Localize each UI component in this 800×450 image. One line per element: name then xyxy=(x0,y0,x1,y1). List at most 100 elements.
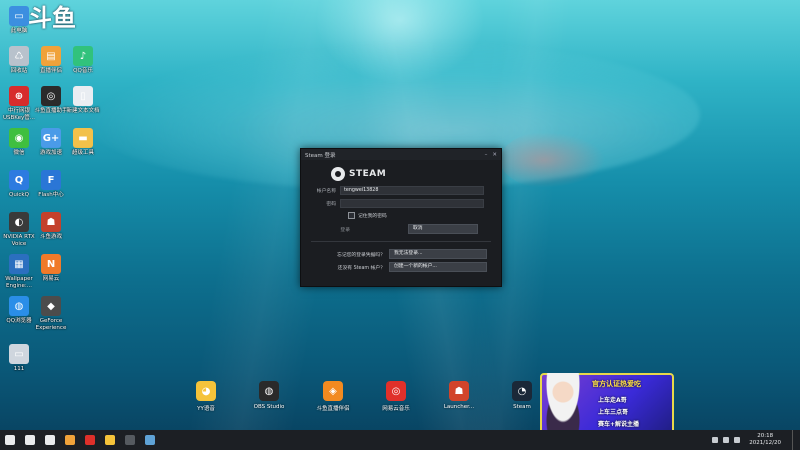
clock-date: 2021/12/20 xyxy=(749,440,781,446)
desktop-icon-label: QuickQ xyxy=(9,192,29,198)
nvidia-icon: ◐ xyxy=(9,212,29,232)
douyu-companion-icon: ◈ xyxy=(323,381,343,401)
douyu-logo: 斗鱼 xyxy=(28,4,76,32)
desktop-icon-quickq[interactable]: Q QuickQ xyxy=(2,170,36,199)
dock-item[interactable]: ◍ OBS Studio xyxy=(249,381,289,410)
task-view-icon[interactable] xyxy=(40,430,60,450)
desktop-icon-label: 斗鱼游戏 xyxy=(39,234,62,240)
dock-item-label: OBS Studio xyxy=(253,404,285,410)
remember-label: 记住我的密码 xyxy=(358,214,387,219)
wechat-icon: ◉ xyxy=(9,128,29,148)
desktop-icon-label: QQ音乐 xyxy=(73,68,93,74)
steam-icon: ◔ xyxy=(512,381,532,401)
steam-brand: STEAM xyxy=(331,167,386,181)
steam-login-dialog: Steam 登录 – ✕ STEAM 帐户名称 tengwei13828 密码 … xyxy=(300,148,502,287)
desktop-icon-label: Wallpaper Engine:... xyxy=(5,276,33,289)
cancel-button[interactable]: 取消 xyxy=(408,224,478,234)
dock-item[interactable]: ◈ 斗鱼直播伴侣 xyxy=(313,381,353,412)
qq-music-icon: ♪ xyxy=(73,46,93,66)
volume-icon[interactable] xyxy=(723,437,730,443)
steam-taskbar-icon[interactable] xyxy=(140,430,160,450)
netease-music-icon: ◎ xyxy=(386,381,406,401)
search-icon[interactable] xyxy=(20,430,40,450)
clock[interactable]: 20:18 2021/12/20 xyxy=(749,433,781,447)
desktop-icon-wallpaper[interactable]: ▦ Wallpaper Engine:... xyxy=(2,254,36,289)
netease-taskbar-icon[interactable] xyxy=(80,430,100,450)
clock-time: 20:18 xyxy=(757,433,774,439)
desktop-icon-unknown[interactable]: ▭ 111 xyxy=(2,344,36,373)
douyu-tool-icon: ▤ xyxy=(41,46,61,66)
input-method-icon[interactable] xyxy=(734,437,741,443)
create-question: 还没有 Steam 帐户？ xyxy=(337,265,385,271)
close-icon[interactable]: ✕ xyxy=(492,152,497,158)
desktop-icon-wechat[interactable]: ◉ 微信 xyxy=(2,128,36,157)
desktop-icon-gameplus[interactable]: G+ 游戏加速 xyxy=(34,128,68,157)
taskbar-items xyxy=(0,430,160,450)
system-tray: 20:18 2021/12/20 xyxy=(712,430,796,450)
desktop-icon-flash[interactable]: F Flash中心 xyxy=(34,170,68,199)
desktop-icon-recycle[interactable]: ♺ 回收站 xyxy=(2,46,36,75)
qq-browser-icon: ◍ xyxy=(9,296,29,316)
dock-item-label: YY语音 xyxy=(197,406,215,412)
show-desktop-button[interactable] xyxy=(792,430,796,450)
launcher-icon: ☗ xyxy=(449,381,469,401)
username-field[interactable]: tengwei13828 xyxy=(340,186,484,195)
desktop-icon-newtext[interactable]: ▯ 新建文本文档 xyxy=(66,86,100,115)
computer-icon: ▭ xyxy=(9,6,29,26)
generic-app-icon: ▭ xyxy=(9,344,29,364)
remember-checkbox[interactable] xyxy=(348,212,355,219)
desktop-icon-label: 超级工具 xyxy=(71,150,94,156)
desktop-icon-label: 斗鱼直播助手 xyxy=(34,108,68,114)
obs-taskbar-icon[interactable] xyxy=(120,430,140,450)
desktop-icon-usbkey[interactable]: ⊕ 中行网银 USBKey管... xyxy=(2,86,36,121)
taskbar: 20:18 2021/12/20 xyxy=(0,430,800,450)
promo-line-1: 上车走A哥 xyxy=(598,397,627,404)
yy-icon: ◕ xyxy=(196,381,216,401)
wallpaper-engine-icon: ▦ xyxy=(9,254,29,274)
username-label: 帐户名称 xyxy=(316,189,336,194)
douyu-taskbar-icon[interactable] xyxy=(60,430,80,450)
login-button[interactable]: 登录 xyxy=(317,226,350,233)
obs-icon: ◍ xyxy=(259,381,279,401)
dock-item[interactable]: ☗ Launcher... xyxy=(439,381,479,410)
create-account-button[interactable]: 创建一个新的帐户... xyxy=(389,262,487,272)
usbkey-icon: ⊕ xyxy=(9,86,29,106)
game-icon: ☗ xyxy=(41,212,61,232)
forgot-login-button[interactable]: 我无法登录... xyxy=(389,249,487,259)
desktop-icon-assistant[interactable]: ◎ 斗鱼直播助手 xyxy=(34,86,68,115)
desktop-icon-qqbrowser[interactable]: ◍ QQ浏览器 xyxy=(2,296,36,325)
folder-icon: ▬ xyxy=(73,128,93,148)
geforce-icon: ◆ xyxy=(41,296,61,316)
desktop-icon-folder[interactable]: ▬ 超级工具 xyxy=(66,128,100,157)
dock-item-label: 网易云音乐 xyxy=(382,406,410,412)
desktop-icon-nvidia[interactable]: ◐ NVIDIA RTX Voice xyxy=(2,212,36,247)
windows-start-icon[interactable] xyxy=(0,430,20,450)
steam-logo-icon xyxy=(331,167,345,181)
desktop-icon-geforce[interactable]: ◆ GeForce Experience xyxy=(34,296,68,331)
desktop-icon-label: 此电脑 xyxy=(10,28,28,34)
dialog-title: Steam 登录 xyxy=(305,152,336,159)
desktop-icon-label: 网易云 xyxy=(42,276,60,282)
password-field[interactable] xyxy=(340,199,484,208)
flash-icon: F xyxy=(41,170,61,190)
dock-item[interactable]: ◎ 网易云音乐 xyxy=(376,381,416,412)
desktop-icon-douyu-tool[interactable]: ▤ 直播伴侣 xyxy=(34,46,68,75)
desktop-icon-game[interactable]: ☗ 斗鱼游戏 xyxy=(34,212,68,241)
desktop-icon-label: 游戏加速 xyxy=(39,150,62,156)
promo-title: 官方认证热爱吃 xyxy=(592,380,641,388)
dock-item-label: Steam xyxy=(513,404,531,410)
dock-item[interactable]: ◕ YY语音 xyxy=(186,381,226,412)
dock-item-label: Launcher... xyxy=(443,404,475,410)
minimize-icon[interactable]: – xyxy=(485,152,488,158)
desktop-icon-sketch[interactable]: N 网易云 xyxy=(34,254,68,283)
promo-line-3: 赛车+解说主播 xyxy=(598,421,640,428)
desktop-icon-label: 111 xyxy=(13,366,25,372)
desktop-icon-computer[interactable]: ▭ 此电脑 xyxy=(2,6,36,35)
password-label: 密码 xyxy=(326,202,336,207)
network-icon[interactable] xyxy=(712,437,719,443)
desktop-icon-label: GeForce Experience xyxy=(35,318,67,331)
desktop-icon-qq-music[interactable]: ♪ QQ音乐 xyxy=(66,46,100,75)
yy-taskbar-icon[interactable] xyxy=(100,430,120,450)
forgot-question: 忘记您的登录凭据吗？ xyxy=(337,252,385,258)
dock-item[interactable]: ◔ Steam xyxy=(502,381,542,410)
